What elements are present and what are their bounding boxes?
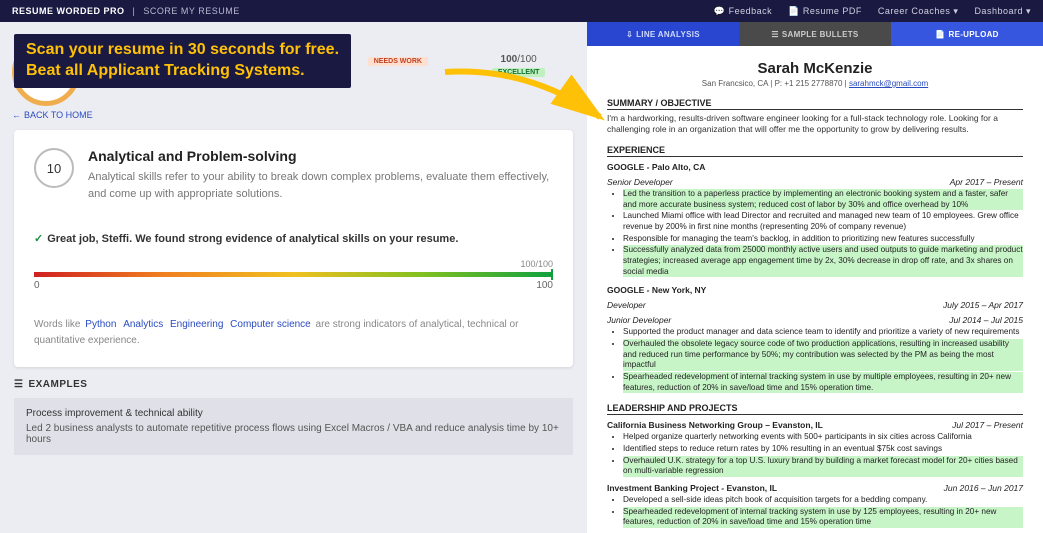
example-item[interactable]: Process improvement & technical ability … [14, 398, 573, 455]
skill-description: Analytical skills refer to your ability … [88, 169, 553, 202]
upload-icon: 📄 [935, 30, 945, 39]
topbar: RESUME WORDED PRO | SCORE MY RESUME 💬Fee… [0, 0, 1043, 22]
chevron-down-icon: ▾ [953, 6, 958, 17]
resume-name: Sarah McKenzie [607, 60, 1023, 77]
keywords-text: Words like Python Analytics Engineering … [34, 317, 553, 349]
bullet: Developed a sell-side ideas pitch book o… [623, 495, 1023, 506]
bullet-highlighted: Overhauled the obsolete legacy source co… [623, 339, 1023, 371]
resume-pdf-link[interactable]: 📄Resume PDF [788, 6, 862, 17]
summary-head: SUMMARY / OBJECTIVE [607, 98, 1023, 110]
arrow-annotation [440, 62, 610, 135]
email-link[interactable]: sarahmck@gmail.com [849, 79, 928, 88]
bullet-highlighted: Overhauled U.K. strategy for a top U.S. … [623, 456, 1023, 477]
coaches-link[interactable]: Career Coaches ▾ [878, 6, 959, 17]
feedback-text: ✓Great job, Steffi. We found strong evid… [34, 232, 553, 245]
check-icon: ✓ [34, 233, 43, 245]
skill-card[interactable]: NEEDS WORK [342, 54, 455, 77]
left-column: Scan your resume in 30 seconds for free.… [0, 22, 587, 533]
bullet-highlighted: Led the transition to a paperless practi… [623, 189, 1023, 210]
bullet-highlighted: Spearheaded redevelopment of internal tr… [623, 507, 1023, 528]
bullet: Launched Miami office with lead Director… [623, 211, 1023, 232]
experience-head: EXPERIENCE [607, 145, 1023, 157]
download-icon: ⇩ [626, 30, 633, 39]
tab-line-analysis[interactable]: ⇩LINE ANALYSIS [587, 22, 739, 46]
list-icon: ☰ [14, 379, 23, 390]
back-arrow-icon: ← [12, 110, 21, 120]
skill-title: Analytical and Problem-solving [88, 148, 553, 164]
bullet-highlighted: Spearheaded redevelopment of internal tr… [623, 372, 1023, 393]
bullet: Responsible for managing the team's back… [623, 234, 1023, 245]
feedback-link[interactable]: 💬Feedback [714, 6, 772, 17]
tab-reupload[interactable]: 📄RE-UPLOAD [891, 22, 1043, 46]
resume-preview: Sarah McKenzie San Francsico, CA | P: +1… [587, 46, 1043, 533]
needs-work-badge: NEEDS WORK [368, 57, 428, 66]
list-icon: ☰ [771, 30, 778, 39]
bullet: Supported the product manager and data s… [623, 327, 1023, 338]
examples-section: ☰EXAMPLES Process improvement & technica… [14, 379, 573, 455]
promo-banner: Scan your resume in 30 seconds for free.… [14, 34, 351, 88]
gauge-score: 100/100 [34, 259, 553, 269]
tab-sample-bullets[interactable]: ☰SAMPLE BULLETS [739, 22, 891, 46]
keyword[interactable]: Python [85, 319, 116, 330]
keyword[interactable]: Computer science [230, 319, 311, 330]
bullet: Identified steps to reduce return rates … [623, 444, 1023, 455]
file-icon: 📄 [788, 6, 800, 17]
skill-score-circle: 10 [34, 148, 74, 188]
right-column: ⇩LINE ANALYSIS ☰SAMPLE BULLETS 📄RE-UPLOA… [587, 22, 1043, 533]
brand: RESUME WORDED PRO [12, 6, 125, 16]
keyword[interactable]: Analytics [123, 319, 163, 330]
gauge-bar [34, 272, 553, 277]
resume-contact: San Francsico, CA | P: +1 215 2778870 | … [607, 79, 1023, 88]
sub-brand[interactable]: SCORE MY RESUME [143, 6, 239, 16]
skill-detail-card: 10 Analytical and Problem-solving Analyt… [14, 130, 573, 367]
dashboard-link[interactable]: Dashboard ▾ [974, 6, 1031, 17]
leadership-head: LEADERSHIP AND PROJECTS [607, 403, 1023, 415]
bullet: Helped organize quarterly networking eve… [623, 432, 1023, 443]
chat-icon: 💬 [714, 6, 726, 17]
bullet-highlighted: Successfully analyzed data from 25000 mo… [623, 245, 1023, 277]
chevron-down-icon: ▾ [1026, 6, 1031, 17]
keyword[interactable]: Engineering [170, 319, 223, 330]
